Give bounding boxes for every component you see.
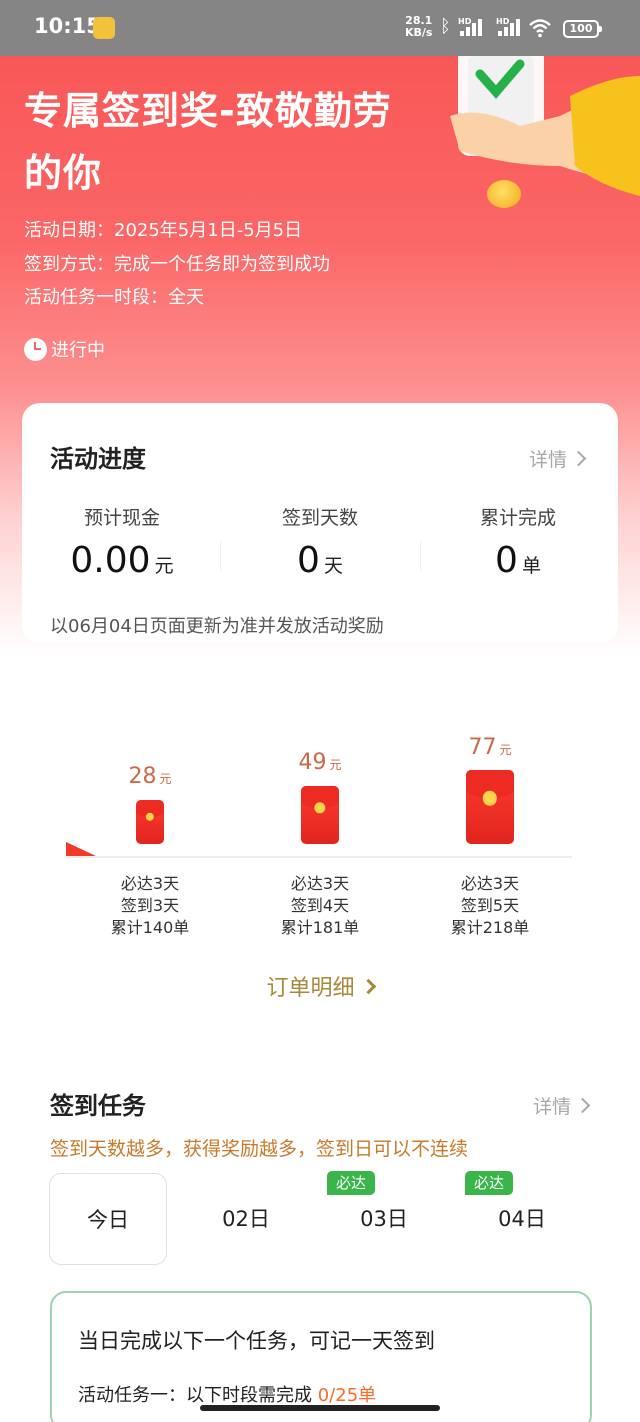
hero-period: 活动任务一时段：全天 [24, 287, 204, 308]
day-tab-today[interactable]: 今日 [49, 1173, 167, 1265]
hd-label-1: HD [458, 17, 472, 26]
wifi-icon [529, 19, 551, 38]
signal-bar-icon [472, 23, 476, 36]
milestone-line: 签到4天 [290, 896, 350, 915]
stat-value: 0 [297, 540, 320, 581]
signal-bar-icon [466, 27, 470, 36]
task-line-text: 活动任务一：以下时段需完成 [78, 1385, 312, 1406]
stat-label: 签到天数 [281, 507, 358, 529]
stat-unit: 单 [521, 555, 541, 577]
stat-value: 0 [495, 540, 518, 581]
progress-detail-label: 详情 [528, 449, 567, 471]
signal-bar-icon [478, 19, 482, 36]
stat-label: 预计现金 [83, 507, 160, 529]
task-card: 当日完成以下一个任务，可记一天签到 活动任务一：以下时段需完成 0/25单 [50, 1291, 592, 1422]
hero-title: 专属签到奖-致敬勤劳的你 [24, 89, 392, 195]
must-achieve-badge: 必达 [327, 1171, 375, 1195]
milestone-line: 必达3天 [460, 874, 520, 893]
network-speed: 28.1 KB/s [405, 15, 432, 39]
milestone-amount: 77 元 [410, 735, 570, 760]
milestone-amount: 28 元 [70, 764, 230, 789]
hero-date: 活动日期：2025年5月1日-5月5日 [24, 220, 303, 241]
hero-method: 签到方式：完成一个任务即为签到成功 [24, 254, 330, 275]
milestone-amount-value: 28 [128, 764, 157, 789]
milestone-amount-value: 77 [468, 735, 497, 760]
hand-phone-illustration [450, 56, 640, 196]
chevron-right-icon [570, 450, 587, 467]
chevron-right-icon [360, 978, 376, 994]
milestone-amount-unit: 元 [329, 758, 342, 772]
signal-bar-icon [498, 31, 502, 36]
signal-bar-icon [516, 19, 520, 36]
day-tab-02[interactable]: 02日 [187, 1173, 305, 1265]
milestone-conditions: 必达3天 签到3天 累计140单 [70, 873, 230, 939]
tasks-title: 签到任务 [50, 1092, 146, 1120]
clock-icon [24, 337, 47, 361]
milestone-conditions: 必达3天 签到5天 累计218单 [410, 873, 570, 939]
chevron-right-icon [574, 1097, 591, 1114]
milestone-conditions: 必达3天 签到4天 累计181单 [240, 873, 400, 939]
red-packet-icon [136, 800, 164, 844]
task-progress: 0/25单 [317, 1385, 377, 1406]
tasks-detail-label: 详情 [532, 1096, 571, 1118]
progress-flag-icon [66, 842, 96, 856]
progress-track [66, 856, 572, 858]
status-time: 10:15 [34, 14, 101, 38]
home-indicator[interactable] [200, 1405, 440, 1411]
signal-bar-icon [504, 27, 508, 36]
signal-bar-icon [460, 31, 464, 36]
stat-value: 0.00 [70, 540, 151, 581]
stat-unit: 元 [154, 555, 174, 577]
stat-label: 累计完成 [479, 507, 556, 529]
progress-card: 活动进度 详情 预计现金 0.00 元 签到天数 0 天 累计完成 0 单 [22, 403, 618, 643]
progress-detail-link[interactable]: 详情 [528, 445, 587, 472]
red-packet-icon [301, 786, 339, 844]
milestone-line: 签到3天 [120, 896, 180, 915]
milestone-amount-unit: 元 [499, 743, 512, 757]
battery-icon: 100 [563, 20, 602, 38]
bluetooth-icon: ᛒ [440, 16, 451, 37]
activity-status-label: 进行中 [51, 340, 105, 361]
order-detail-label: 订单明细 [266, 976, 355, 1001]
reward-milestones: 28 元 必达3天 签到3天 累计140单 49 元 必达3天 签到4天 累计181… [0, 720, 640, 950]
task-card-title: 当日完成以下一个任务，可记一天签到 [78, 1329, 435, 1353]
milestone-line: 累计140单 [110, 918, 190, 937]
milestone-line: 签到5天 [460, 896, 520, 915]
hd-label-2: HD [496, 17, 510, 26]
activity-status: 进行中 [24, 336, 105, 362]
milestone-amount: 49 元 [240, 750, 400, 775]
update-note: 以06月04日页面更新为准并发放活动奖励 [50, 616, 384, 637]
network-speed-unit: KB/s [405, 26, 433, 39]
milestone-amount-value: 49 [298, 750, 327, 775]
red-packet-icon [466, 770, 514, 844]
stat-estimated-cash: 预计现金 0.00 元 [22, 503, 222, 581]
milestone-line: 必达3天 [290, 874, 350, 893]
milestone-line: 必达3天 [120, 874, 180, 893]
tasks-tip: 签到天数越多，获得奖励越多，签到日可以不连续 [50, 1138, 469, 1160]
order-detail-link[interactable]: 订单明细 [0, 970, 640, 1002]
coin-icon [487, 180, 521, 208]
milestone-amount-unit: 元 [159, 772, 172, 786]
must-achieve-badge: 必达 [465, 1171, 513, 1195]
tasks-detail-link[interactable]: 详情 [532, 1092, 591, 1119]
stat-unit: 天 [323, 555, 343, 577]
stat-total-orders: 累计完成 0 单 [418, 503, 618, 581]
milestone-line: 累计218单 [450, 918, 530, 937]
app-notification-icon [93, 17, 115, 39]
status-bar: 10:15 28.1 KB/s ᛒ HD HD 100 [0, 0, 640, 56]
signal-bar-icon [510, 23, 514, 36]
stat-checkin-days: 签到天数 0 天 [220, 503, 420, 581]
task-line: 活动任务一：以下时段需完成 0/25单 [78, 1381, 376, 1407]
progress-card-title: 活动进度 [50, 445, 146, 473]
milestone-line: 累计181单 [280, 918, 360, 937]
